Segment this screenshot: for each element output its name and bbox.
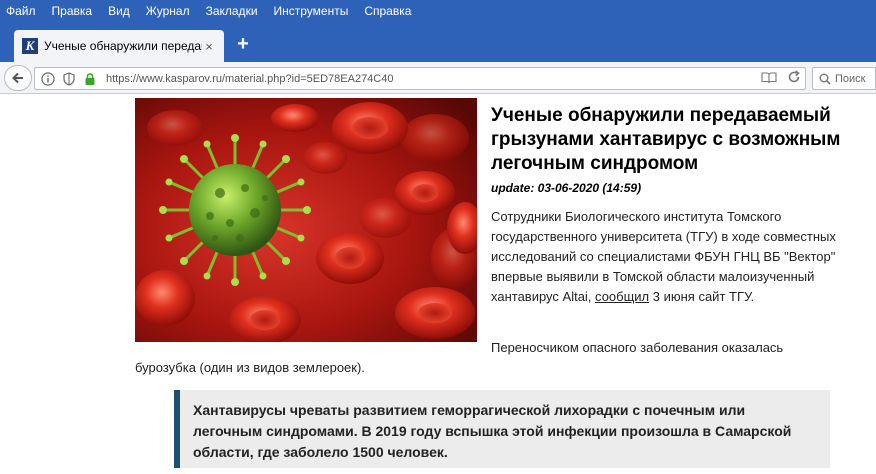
search-placeholder: Поиск xyxy=(835,72,866,85)
article-title: Ученые обнаружили передаваемый грызунами… xyxy=(491,105,841,174)
article-lead: Сотрудники Биологического института Томс… xyxy=(491,207,866,307)
navigation-bar: https://www.kasparov.ru/material.php?id=… xyxy=(0,62,876,94)
tracking-shield-icon[interactable] xyxy=(61,71,77,87)
lead-text-end: 3 июня сайт ТГУ. xyxy=(649,289,755,304)
tab-title: Ученые обнаружили передаваемый xyxy=(44,39,202,53)
blockquote: Хантавирусы чреваты развитием геморрагич… xyxy=(174,390,830,468)
menu-bar: Файл Правка Вид Журнал Закладки Инструме… xyxy=(0,0,876,22)
article-image xyxy=(135,98,477,342)
lock-icon[interactable] xyxy=(82,71,98,87)
page-content: Ученые обнаружили передаваемый грызунами… xyxy=(0,94,876,474)
paragraph-end: бурозубка (один из видов землероек). xyxy=(135,360,365,375)
tab-close-icon[interactable]: × xyxy=(202,39,216,54)
new-tab-button[interactable]: + xyxy=(232,34,254,56)
tab-active[interactable]: K Ученые обнаружили передаваемый × xyxy=(14,30,224,62)
menu-tools[interactable]: Инструменты xyxy=(274,4,349,18)
back-button[interactable] xyxy=(4,65,32,91)
menu-bookmarks[interactable]: Закладки xyxy=(206,4,258,18)
reader-view-icon[interactable] xyxy=(761,71,777,89)
address-bar[interactable]: https://www.kasparov.ru/material.php?id=… xyxy=(34,67,806,90)
url-text: https://www.kasparov.ru/material.php?id=… xyxy=(106,72,394,85)
paragraph-start: Переносчиком опасного заболевания оказал… xyxy=(491,340,784,355)
menu-edit[interactable]: Правка xyxy=(52,4,93,18)
menu-help[interactable]: Справка xyxy=(364,4,411,18)
search-icon xyxy=(819,73,831,85)
menu-view[interactable]: Вид xyxy=(108,4,130,18)
quote-text: Хантавирусы чреваты развитием геморрагич… xyxy=(193,402,792,460)
menu-file[interactable]: Файл xyxy=(6,4,36,18)
tab-strip: K Ученые обнаружили передаваемый × + xyxy=(0,22,876,62)
browser-chrome: Файл Правка Вид Журнал Закладки Инструме… xyxy=(0,0,876,94)
article-date: update: 03-06-2020 (14:59) xyxy=(491,181,642,195)
source-link[interactable]: сообщил xyxy=(595,289,649,304)
reload-icon[interactable] xyxy=(787,70,801,89)
info-icon[interactable] xyxy=(40,71,56,87)
menu-history[interactable]: Журнал xyxy=(146,4,190,18)
arrow-left-icon xyxy=(12,72,23,84)
site-favicon-icon: K xyxy=(22,38,38,54)
search-box[interactable]: Поиск xyxy=(812,67,876,90)
